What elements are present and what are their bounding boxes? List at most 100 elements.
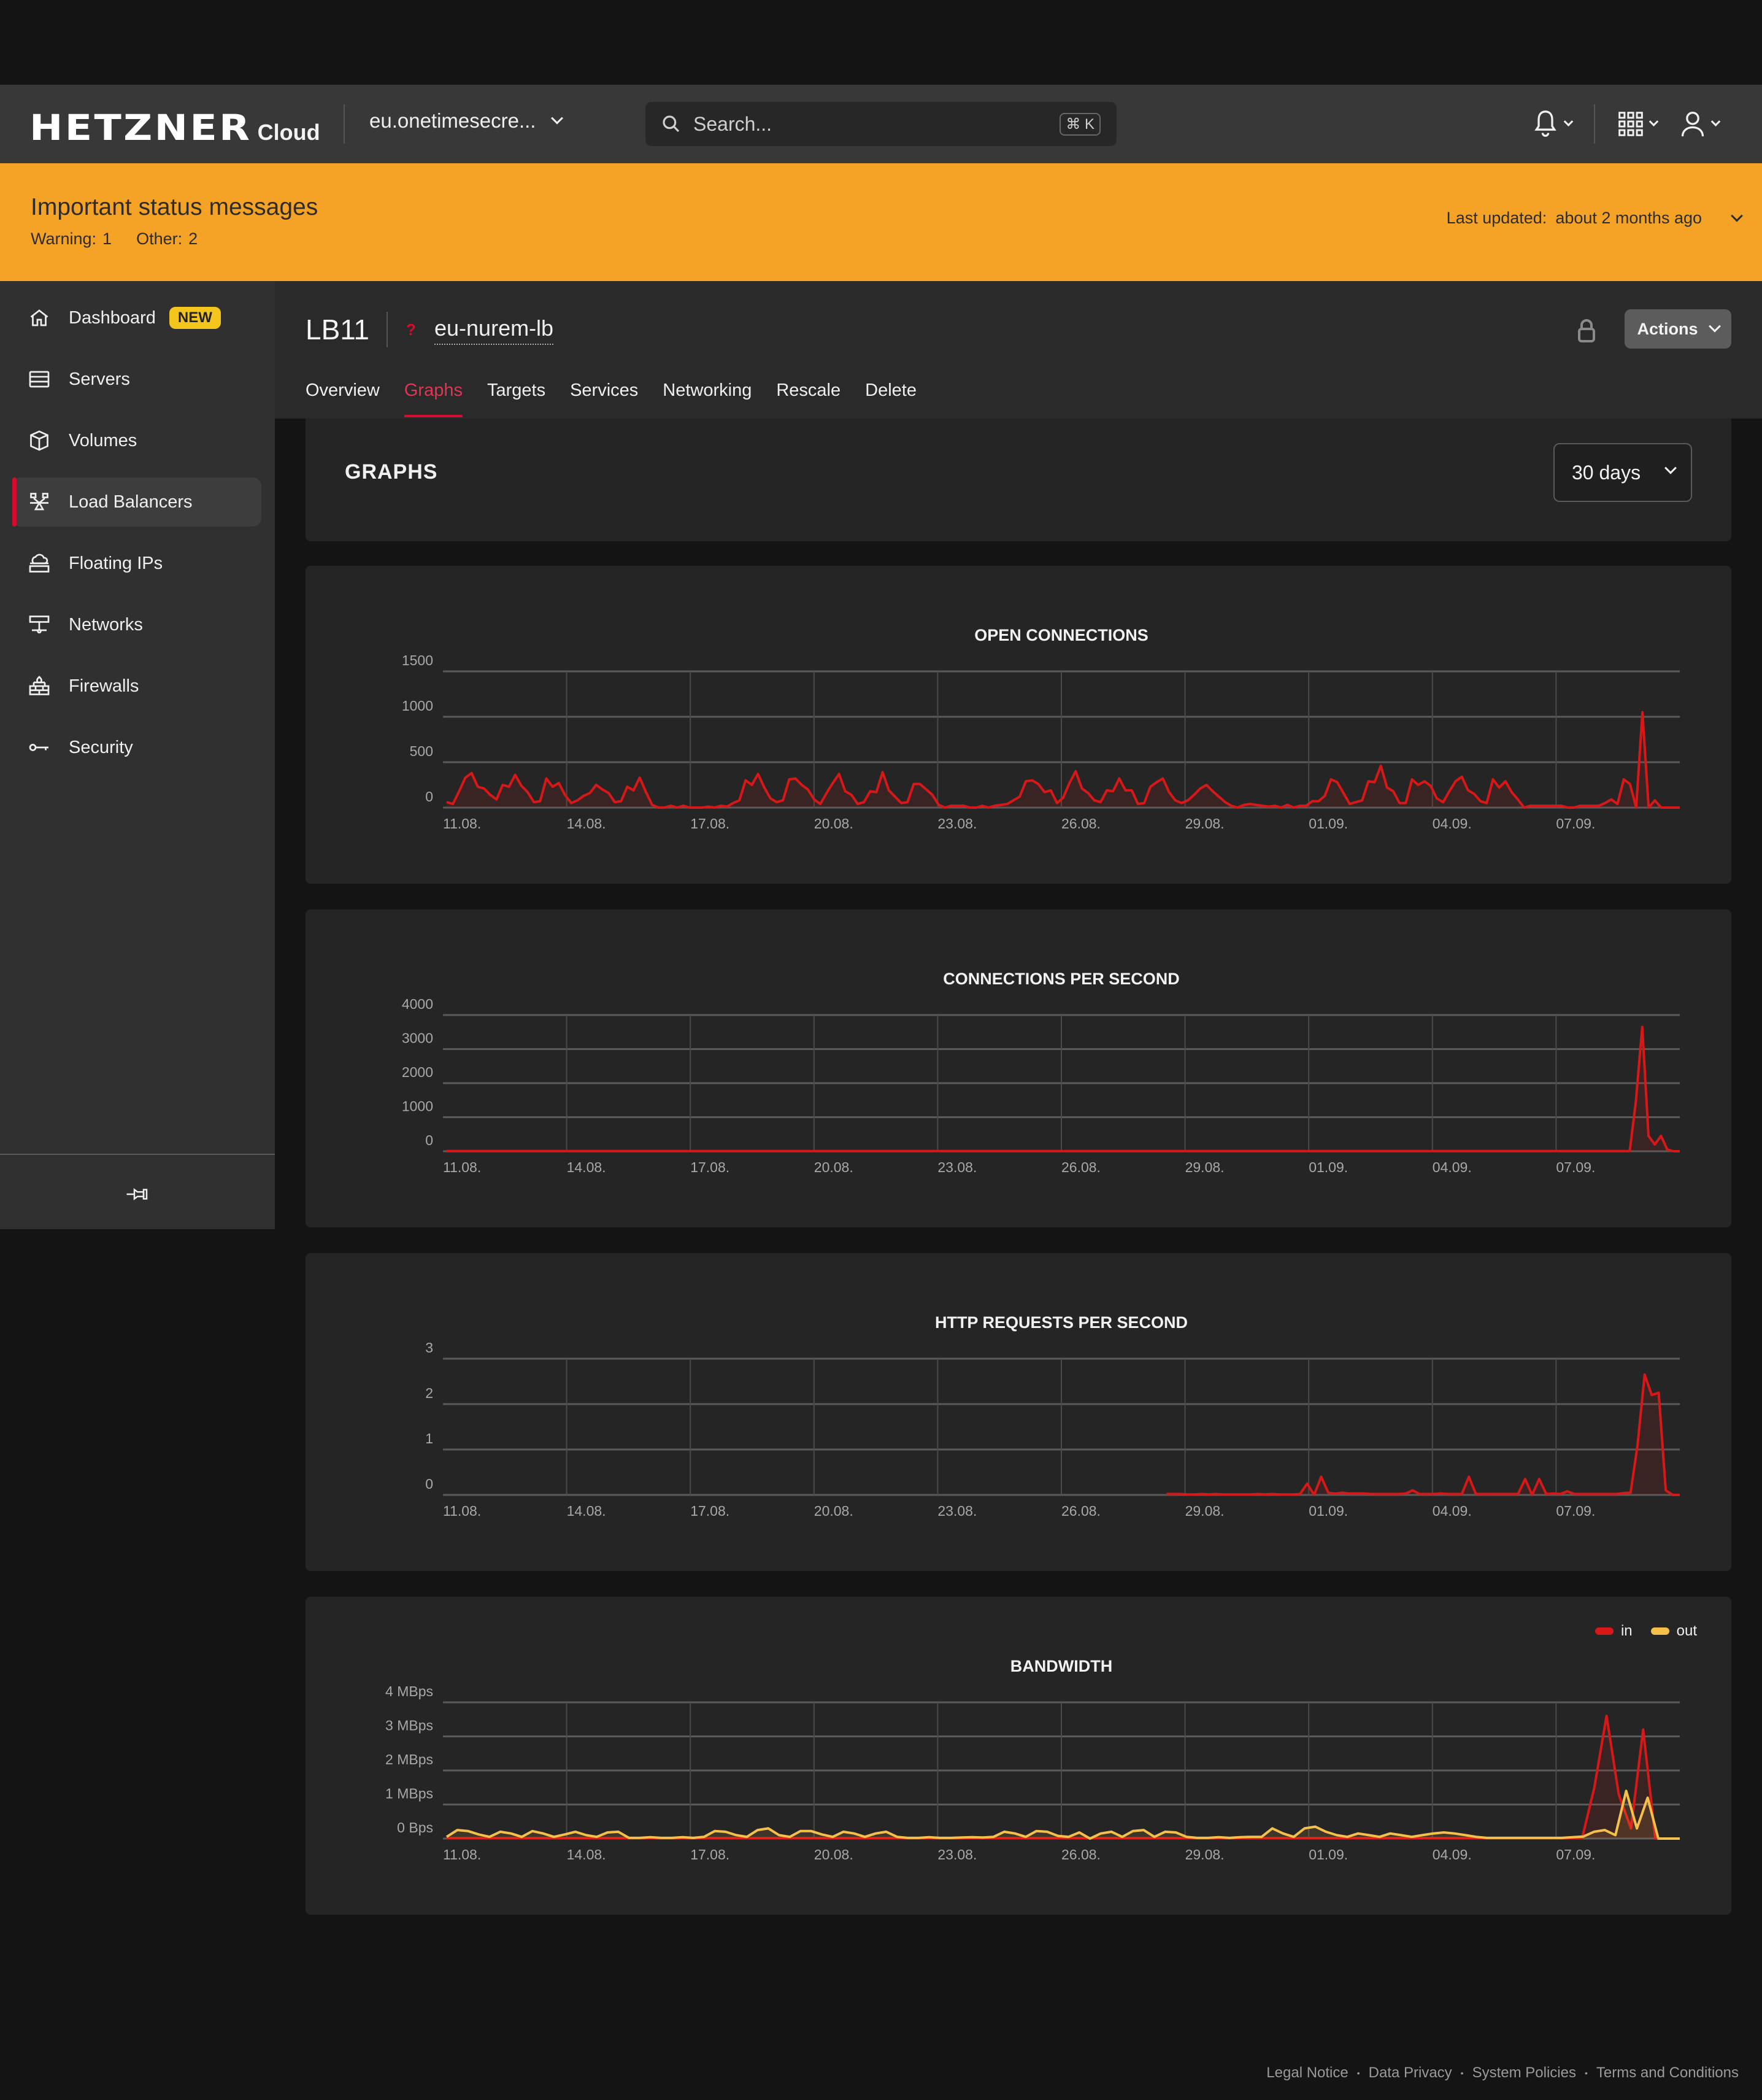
footer-link-system-policies[interactable]: System Policies xyxy=(1472,2064,1576,2082)
chart-card-bandwidth: in out BANDWIDTH 0 Bps 1 MBps 2 MBps 3 MBps 4… xyxy=(306,1597,1731,1915)
x-tick-label: 17.08. xyxy=(690,1159,729,1175)
pin-icon[interactable] xyxy=(125,1182,150,1206)
x-tick-label: 01.09. xyxy=(1309,1159,1348,1175)
sidebar-item-volumes[interactable]: Volumes xyxy=(12,416,261,465)
lb-type: LB11 xyxy=(306,314,370,345)
apps-grid-icon xyxy=(1618,112,1643,136)
y-tick-label: 500 xyxy=(410,743,433,759)
tab-delete[interactable]: Delete xyxy=(865,380,917,417)
series-line-in xyxy=(447,1715,1680,1840)
search-input[interactable]: Search... ⌘ K xyxy=(645,102,1117,146)
x-tick-label: 29.08. xyxy=(1185,1847,1225,1863)
x-tick-label: 01.09. xyxy=(1309,816,1348,832)
separator: • xyxy=(1460,2068,1464,2078)
sidebar-item-security[interactable]: Security xyxy=(12,723,261,772)
tab-rescale[interactable]: Rescale xyxy=(776,380,841,417)
series-area-open-connections xyxy=(447,712,1680,808)
header-actions xyxy=(1510,104,1721,144)
sidebar-divider xyxy=(0,1154,275,1155)
tab-targets[interactable]: Targets xyxy=(487,380,545,417)
logo-wordmark: HETZNER xyxy=(29,107,252,149)
footer-link-legal-notice[interactable]: Legal Notice xyxy=(1266,2064,1348,2082)
hetzner-logo[interactable]: HETZNER Cloud xyxy=(29,107,320,149)
sidebar-item-label: Security xyxy=(69,737,133,757)
x-tick-label: 29.08. xyxy=(1185,1159,1225,1175)
home-icon xyxy=(30,309,48,326)
status-banner[interactable]: Important status messages Warning: 1 Othe… xyxy=(0,163,1762,281)
y-tick-label: 2 xyxy=(425,1385,433,1401)
x-tick-label: 01.09. xyxy=(1309,1503,1348,1519)
y-tick-label: 2 MBps xyxy=(385,1751,433,1767)
tab-graphs[interactable]: Graphs xyxy=(404,380,463,417)
sidebar-item-label: Volumes xyxy=(69,430,137,450)
sidebar-item-label: Load Balancers xyxy=(69,492,193,512)
cube-icon xyxy=(30,430,48,451)
chart-card-http-requests: HTTP REQUESTS PER SECOND 0 1 2 3 11.08. 14.08.… xyxy=(306,1253,1731,1571)
x-tick-label: 23.08. xyxy=(937,1847,977,1863)
sidebar-item-floating-ips[interactable]: Floating IPs xyxy=(12,539,261,588)
chart-title: CONNECTIONS PER SECOND xyxy=(943,970,1180,988)
expand-banner-icon[interactable] xyxy=(1731,209,1743,222)
bandwidth-chart: BANDWIDTH 0 Bps 1 MBps 2 MBps 3 MBps 4 MBps 11… xyxy=(385,1657,1680,1863)
x-tick-label: 20.08. xyxy=(814,1503,853,1519)
tab-services[interactable]: Services xyxy=(570,380,638,417)
sidebar-item-networks[interactable]: Networks xyxy=(12,600,261,649)
chart-title: BANDWIDTH xyxy=(1010,1657,1112,1675)
x-tick-label: 23.08. xyxy=(937,816,977,832)
series-line-connections-per-second xyxy=(447,1025,1680,1152)
sidebar-item-label: Networks xyxy=(69,614,143,635)
chevron-down-icon xyxy=(1563,116,1574,126)
sidebar-item-load-balancers[interactable]: Load Balancers xyxy=(12,477,261,527)
lock-icon[interactable] xyxy=(1577,318,1596,342)
chevron-down-icon xyxy=(1664,461,1677,474)
x-tick-label: 17.08. xyxy=(690,816,729,832)
sidebar-item-firewalls[interactable]: Firewalls xyxy=(12,662,261,711)
warning-count: Warning: 1 xyxy=(31,230,112,248)
chevron-down-icon xyxy=(1710,116,1721,126)
chart-title: HTTP REQUESTS PER SECOND xyxy=(935,1313,1188,1332)
footer-link-terms[interactable]: Terms and Conditions xyxy=(1596,2064,1739,2082)
connections-per-second-chart: CONNECTIONS PER SECOND 0 1000 2000 3000 4000 1… xyxy=(402,970,1680,1175)
x-tick-label: 04.09. xyxy=(1433,1159,1472,1175)
sidebar-item-dashboard[interactable]: Dashboard NEW xyxy=(12,293,261,342)
user-icon xyxy=(1681,112,1704,137)
actions-button[interactable]: Actions xyxy=(1625,309,1731,349)
y-tick-label: 1 xyxy=(425,1430,433,1446)
open-connections-chart: OPEN CONNECTIONS 0 500 1000 1500 11.08. 14.08.… xyxy=(402,626,1680,832)
http-requests-chart: HTTP REQUESTS PER SECOND 0 1 2 3 11.08. 14.08.… xyxy=(425,1313,1680,1519)
lb-name[interactable]: eu-nurem-lb xyxy=(434,315,554,345)
series-line-out xyxy=(445,1789,1680,1840)
y-tick-label: 1500 xyxy=(402,652,433,668)
chart-card-connections-per-second: CONNECTIONS PER SECOND 0 1000 2000 3000 4000 1… xyxy=(306,909,1731,1227)
x-tick-label: 14.08. xyxy=(567,1847,606,1863)
y-tick-label: 4 MBps xyxy=(385,1683,433,1699)
graphs-header-card: GRAPHS 30 days xyxy=(306,419,1731,541)
apps-button[interactable] xyxy=(1617,110,1659,137)
logo-product: Cloud xyxy=(257,120,320,145)
sidebar-item-label: Floating IPs xyxy=(69,553,163,573)
x-tick-label: 20.08. xyxy=(814,1159,853,1175)
time-range-select[interactable]: 30 days xyxy=(1553,443,1692,502)
project-selector[interactable]: eu.onetimesecre... xyxy=(369,109,564,133)
x-tick-label: 07.09. xyxy=(1556,1503,1595,1519)
y-tick-label: 0 xyxy=(425,1132,433,1148)
tab-networking[interactable]: Networking xyxy=(663,380,752,417)
header-divider xyxy=(387,312,388,347)
graphs-title: GRAPHS xyxy=(345,460,438,484)
notifications-button[interactable] xyxy=(1532,109,1574,139)
x-tick-label: 11.08. xyxy=(443,1159,481,1175)
bell-icon xyxy=(1534,110,1556,137)
x-tick-label: 07.09. xyxy=(1556,816,1595,832)
chevron-down-icon xyxy=(1708,320,1721,333)
x-tick-label: 20.08. xyxy=(814,816,853,832)
updated-value: about 2 months ago xyxy=(1555,209,1702,227)
x-tick-label: 17.08. xyxy=(690,1847,729,1863)
x-tick-label: 04.09. xyxy=(1433,1847,1472,1863)
tab-overview[interactable]: Overview xyxy=(306,380,380,417)
user-menu-button[interactable] xyxy=(1679,109,1721,139)
footer-link-data-privacy[interactable]: Data Privacy xyxy=(1369,2064,1452,2082)
actions-label: Actions xyxy=(1637,319,1698,338)
banner-counts: Warning: 1 Other: 2 xyxy=(31,230,198,249)
x-tick-label: 04.09. xyxy=(1433,816,1472,832)
sidebar-item-servers[interactable]: Servers xyxy=(12,355,261,404)
